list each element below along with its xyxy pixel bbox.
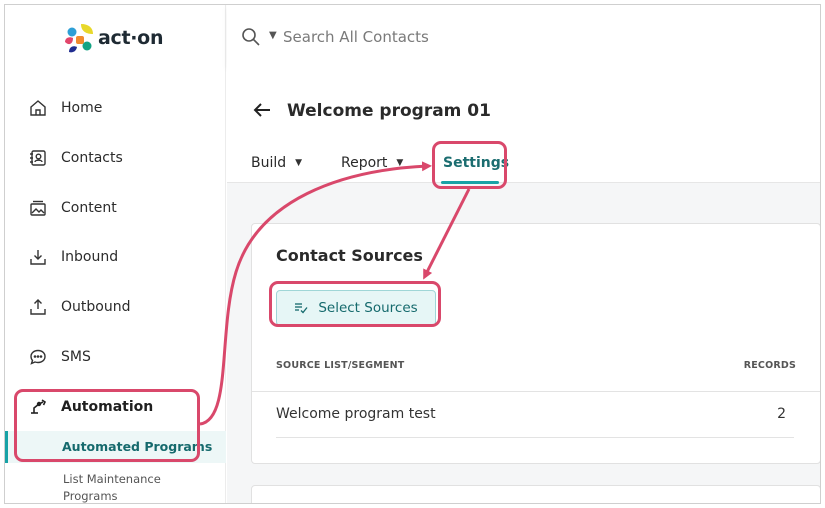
- sidebar-subitem-automated-programs[interactable]: Automated Programs: [5, 431, 226, 463]
- sidebar-subitem-label: List Maintenance Programs: [63, 472, 161, 503]
- main-content: Welcome program 01 Build ▼ Report ▼ Sett…: [227, 67, 820, 503]
- contacts-icon: [29, 149, 47, 167]
- page-header: Welcome program 01 Build ▼ Report ▼ Sett…: [227, 67, 820, 184]
- sidebar-item-label: Outbound: [61, 299, 131, 315]
- sms-icon: [29, 348, 47, 366]
- logo-text: act·on: [98, 27, 164, 49]
- sidebar-item-outbound[interactable]: Outbound: [5, 290, 226, 324]
- tab-label: Build: [251, 155, 287, 171]
- tab-label: Report: [341, 155, 388, 171]
- sidebar-item-label: Content: [61, 200, 117, 216]
- select-sources-button[interactable]: Select Sources: [276, 290, 436, 326]
- source-name-cell: Welcome program test: [276, 406, 436, 422]
- column-header-source[interactable]: SOURCE LIST/SEGMENT: [276, 360, 404, 371]
- sidebar-item-automation[interactable]: Automation: [5, 390, 226, 424]
- logo[interactable]: act·on: [63, 22, 163, 54]
- active-tab-indicator: [441, 181, 499, 184]
- search-icon[interactable]: [241, 27, 261, 51]
- search-input[interactable]: [283, 23, 683, 51]
- home-icon: [29, 99, 47, 117]
- tab-report[interactable]: Report ▼: [341, 155, 403, 171]
- sidebar-item-label: Contacts: [61, 150, 123, 166]
- top-bar: ▼: [227, 5, 820, 67]
- sidebar-item-inbound[interactable]: Inbound: [5, 240, 226, 274]
- tab-label: Settings: [443, 155, 510, 171]
- sidebar-subitem-list-maintenance-programs[interactable]: List Maintenance Programs: [5, 471, 226, 503]
- content-icon: [29, 199, 47, 217]
- records-count-cell: 2: [777, 406, 786, 422]
- act-on-logo-icon: [63, 22, 95, 54]
- column-header-records[interactable]: RECORDS: [744, 360, 796, 371]
- chevron-down-icon: ▼: [396, 158, 404, 168]
- list-check-icon: [294, 302, 308, 314]
- sidebar-item-label: Automation: [61, 399, 154, 415]
- chevron-down-icon: ▼: [295, 158, 303, 168]
- header-divider: [252, 391, 820, 392]
- back-arrow-icon[interactable]: [251, 99, 273, 125]
- outbound-icon: [29, 298, 47, 316]
- contact-sources-card: Contact Sources Select Sources SOURCE LI…: [251, 223, 820, 464]
- tab-build[interactable]: Build ▼: [251, 155, 302, 171]
- automation-icon: [29, 398, 47, 416]
- select-sources-label: Select Sources: [318, 300, 418, 316]
- card-title: Contact Sources: [276, 246, 423, 265]
- secondary-card: [251, 485, 820, 503]
- sidebar-item-sms[interactable]: SMS: [5, 340, 226, 374]
- app-window: act·on Home Contacts Content Inbound Out…: [4, 4, 821, 504]
- sidebar: act·on Home Contacts Content Inbound Out…: [5, 5, 226, 503]
- page-title: Welcome program 01: [287, 101, 491, 121]
- sidebar-item-label: Home: [61, 100, 103, 116]
- search-scope-dropdown-icon[interactable]: ▼: [269, 30, 277, 41]
- sidebar-item-label: Inbound: [61, 249, 119, 265]
- sidebar-item-contacts[interactable]: Contacts: [5, 141, 226, 175]
- row-divider: [276, 437, 794, 438]
- tab-settings[interactable]: Settings: [443, 155, 509, 171]
- sidebar-item-home[interactable]: Home: [5, 91, 226, 125]
- sidebar-item-content[interactable]: Content: [5, 191, 226, 225]
- inbound-icon: [29, 248, 47, 266]
- sidebar-subitem-label: Automated Programs: [62, 439, 213, 454]
- sidebar-item-label: SMS: [61, 349, 91, 365]
